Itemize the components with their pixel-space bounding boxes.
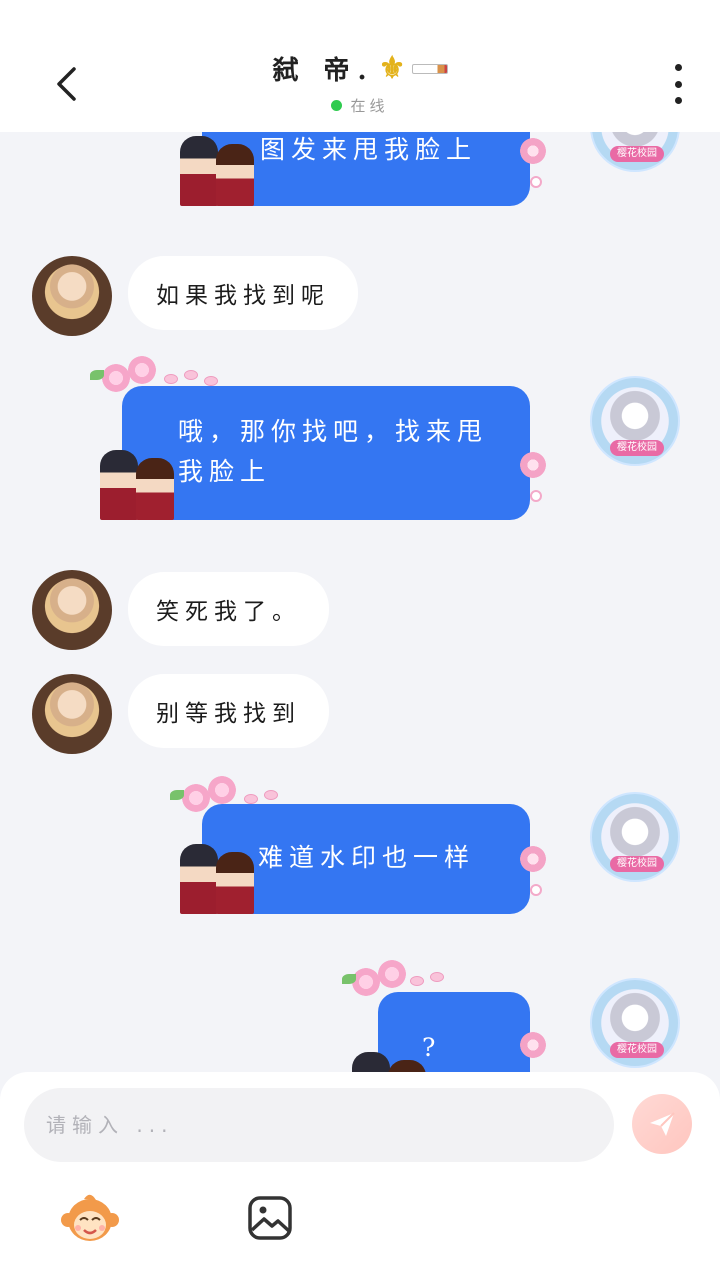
monkey-emoji-icon bbox=[61, 1194, 119, 1241]
my-avatar[interactable]: 樱花校园 bbox=[590, 792, 680, 882]
incoming-message[interactable]: 别等我找到 bbox=[128, 674, 329, 748]
outgoing-message[interactable]: 哦，那你找吧，找来甩 我脸上 bbox=[90, 356, 546, 520]
image-icon bbox=[248, 1196, 292, 1240]
message-list[interactable]: 图发来甩我脸上 樱花校园 如果我找到呢 哦，那你找吧，找来甩 我脸上 樱花校园 … bbox=[0, 132, 720, 1072]
send-button[interactable] bbox=[632, 1094, 692, 1154]
flower-decoration bbox=[520, 452, 546, 478]
outgoing-message[interactable]: ? bbox=[342, 960, 546, 1072]
composer-bar bbox=[0, 1072, 720, 1280]
image-button[interactable] bbox=[246, 1194, 294, 1242]
contact-name: 弑 帝. ⚜ bbox=[272, 50, 448, 87]
contact-avatar[interactable] bbox=[32, 570, 112, 650]
message-text: 别等我找到 bbox=[156, 701, 301, 727]
my-avatar[interactable]: 樱花校园 bbox=[590, 132, 680, 172]
outgoing-message[interactable]: 难道水印也一样 bbox=[170, 776, 546, 914]
sakura-decoration bbox=[90, 356, 232, 416]
outgoing-message[interactable]: 图发来甩我脸上 bbox=[180, 132, 546, 206]
status-text: 在线 bbox=[350, 97, 389, 115]
chibi-couple-sticker bbox=[348, 1052, 432, 1072]
incoming-message[interactable]: 如果我找到呢 bbox=[128, 256, 358, 330]
chat-header: 弑 帝. ⚜ 在线 bbox=[0, 0, 720, 132]
fleur-de-lis-icon: ⚜ bbox=[378, 51, 406, 86]
paper-plane-icon bbox=[650, 1112, 675, 1136]
more-vertical-icon bbox=[674, 64, 682, 71]
header-title-group: 弑 帝. ⚜ 在线 bbox=[0, 50, 720, 116]
message-text: 如果我找到呢 bbox=[156, 283, 330, 309]
contact-avatar[interactable] bbox=[32, 674, 112, 754]
sakura-decoration bbox=[342, 960, 488, 1022]
contact-avatar[interactable] bbox=[32, 256, 112, 336]
emoji-button[interactable] bbox=[60, 1192, 120, 1244]
message-text: 图发来甩我脸上 bbox=[260, 135, 478, 164]
message-input[interactable] bbox=[24, 1088, 614, 1162]
flower-decoration bbox=[520, 138, 546, 164]
my-avatar[interactable]: 樱花校园 bbox=[590, 978, 680, 1068]
chibi-couple-sticker bbox=[176, 136, 260, 206]
message-text-line2: 我脸上 bbox=[178, 457, 272, 486]
cigarette-icon bbox=[411, 63, 448, 74]
message-text: ? bbox=[422, 1033, 442, 1062]
my-avatar[interactable]: 樱花校园 bbox=[590, 376, 680, 466]
online-dot-icon bbox=[331, 100, 343, 111]
message-text: 难道水印也一样 bbox=[258, 843, 476, 872]
flower-decoration bbox=[520, 846, 546, 872]
sakura-decoration bbox=[170, 774, 312, 834]
contact-name-text: 弑 帝. bbox=[272, 56, 375, 86]
message-text-line1: 哦，那你找吧，找来甩 bbox=[178, 417, 489, 446]
flower-decoration bbox=[520, 1032, 546, 1058]
incoming-message[interactable]: 笑死我了。 bbox=[128, 572, 329, 646]
message-text: 笑死我了。 bbox=[156, 599, 301, 625]
chibi-couple-sticker bbox=[176, 844, 260, 914]
online-status: 在线 bbox=[331, 95, 388, 116]
chibi-couple-sticker bbox=[96, 450, 180, 520]
more-options-button[interactable] bbox=[670, 64, 686, 104]
